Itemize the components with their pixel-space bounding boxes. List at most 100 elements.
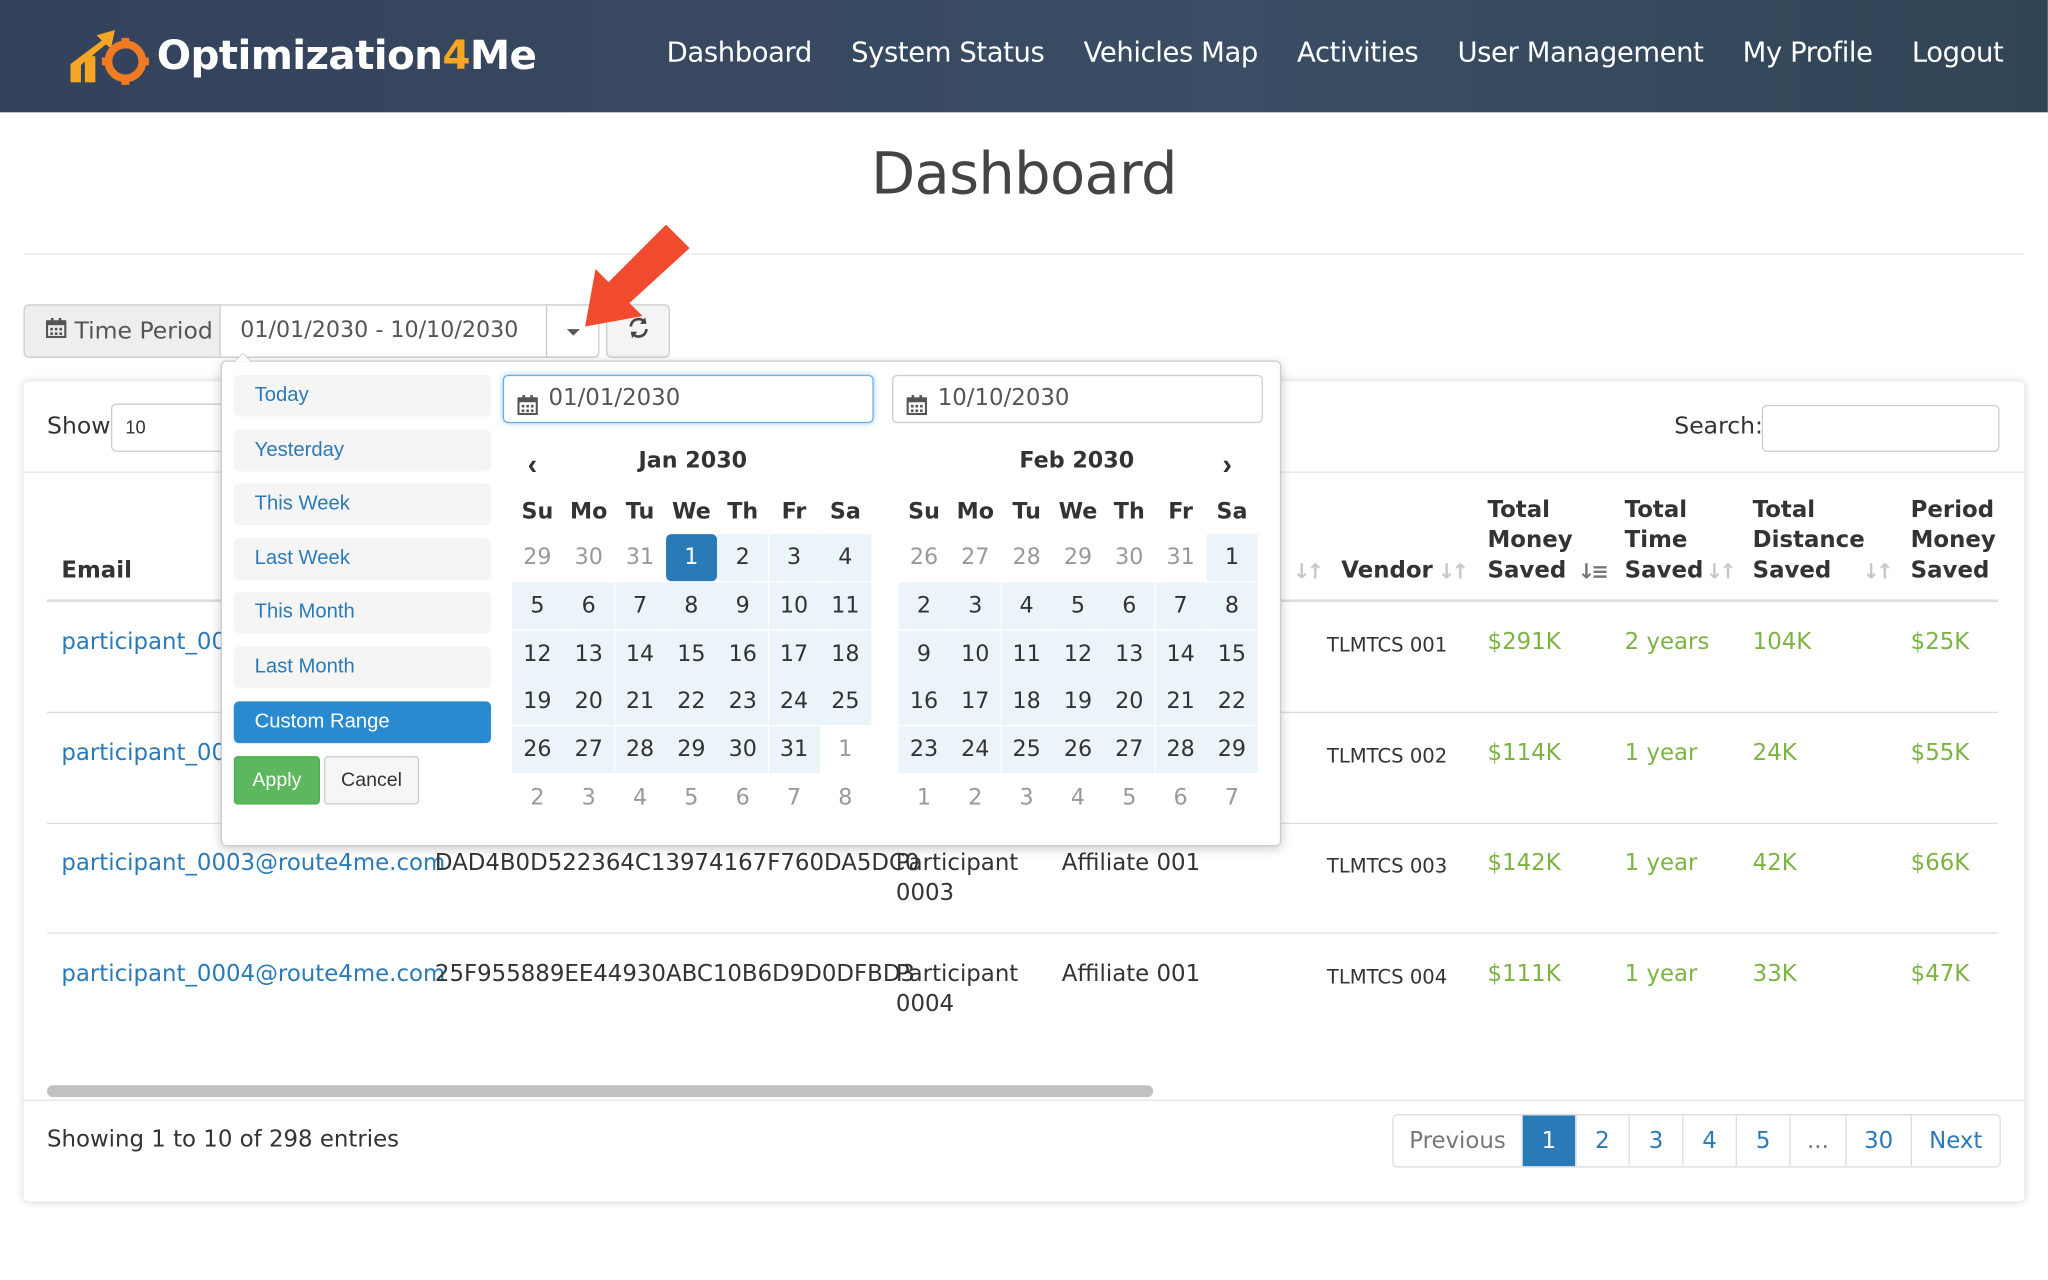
- calendar-day[interactable]: 1: [1206, 534, 1258, 582]
- calendar-day[interactable]: 9: [717, 582, 769, 630]
- nav-system-status[interactable]: System Status: [851, 37, 1045, 68]
- calendar-day[interactable]: 29: [1052, 534, 1103, 581]
- calendar-day[interactable]: 24: [768, 678, 820, 726]
- calendar-day[interactable]: 25: [1001, 726, 1053, 774]
- calendar-day[interactable]: 31: [768, 726, 820, 774]
- calendar-day[interactable]: 30: [717, 726, 769, 774]
- calendar-day[interactable]: 2: [950, 774, 1001, 821]
- calendar-day[interactable]: 27: [563, 726, 615, 774]
- pagination-page-4[interactable]: 4: [1683, 1115, 1737, 1167]
- range-custom[interactable]: Custom Range: [233, 701, 492, 744]
- nav-vehicles-map[interactable]: Vehicles Map: [1084, 37, 1259, 68]
- calendar-day[interactable]: 29: [665, 726, 717, 774]
- calendar-day[interactable]: 2: [512, 774, 563, 821]
- nav-dashboard[interactable]: Dashboard: [667, 37, 813, 68]
- time-period-input[interactable]: 01/01/2030 - 10/10/2030: [219, 304, 548, 358]
- calendar-day[interactable]: 10: [949, 630, 1001, 678]
- start-date-input[interactable]: 01/01/2030: [502, 374, 874, 424]
- calendar-day[interactable]: 15: [1206, 630, 1258, 678]
- calendar-day[interactable]: 21: [614, 678, 666, 726]
- calendar-day[interactable]: 12: [511, 630, 563, 678]
- calendar-day[interactable]: 17: [949, 678, 1001, 726]
- sort-icon[interactable]: ↓↑: [1293, 559, 1324, 584]
- sort-icon[interactable]: ↓↑: [1438, 559, 1469, 584]
- calendar-day[interactable]: 4: [1001, 582, 1053, 630]
- calendar-day[interactable]: 26: [899, 534, 950, 581]
- nav-my-profile[interactable]: My Profile: [1743, 37, 1873, 68]
- calendar-day[interactable]: 27: [950, 534, 1001, 581]
- calendar-day[interactable]: 8: [1206, 582, 1258, 630]
- row-email-link[interactable]: participant_0004@route4me.com: [61, 960, 445, 990]
- range-today[interactable]: Today: [233, 374, 492, 417]
- calendar-day[interactable]: 28: [1001, 534, 1052, 581]
- pagination-page-2[interactable]: 2: [1576, 1115, 1630, 1167]
- nav-logout[interactable]: Logout: [1912, 37, 2004, 68]
- calendar-day[interactable]: 3: [768, 534, 820, 582]
- calendar-day[interactable]: 16: [898, 678, 950, 726]
- sort-icon[interactable]: ↓↑: [1706, 559, 1737, 584]
- calendar-day[interactable]: 23: [717, 678, 769, 726]
- calendar-day[interactable]: 26: [1052, 726, 1104, 774]
- calendar-day[interactable]: 31: [1155, 534, 1206, 581]
- calendar-day[interactable]: 3: [1001, 774, 1052, 821]
- calendar-day[interactable]: 7: [1206, 774, 1257, 821]
- column-header-period-money-saved[interactable]: Period Money Saved: [1911, 496, 1996, 586]
- calendar-day[interactable]: 7: [614, 582, 666, 630]
- calendar-day[interactable]: 4: [819, 534, 871, 582]
- calendar-day[interactable]: 8: [665, 582, 717, 630]
- end-date-input[interactable]: 10/10/2030: [891, 374, 1263, 424]
- nav-activities[interactable]: Activities: [1297, 37, 1419, 68]
- calendar-day[interactable]: 31: [615, 534, 666, 581]
- calendar-day[interactable]: 28: [1155, 726, 1207, 774]
- search-input[interactable]: [1761, 404, 2000, 452]
- calendar-day[interactable]: 1: [820, 726, 871, 773]
- column-header-total-money-saved[interactable]: Total Money Saved: [1488, 496, 1573, 586]
- calendar-day[interactable]: 6: [717, 774, 768, 821]
- calendar-day[interactable]: 20: [1103, 678, 1155, 726]
- range-yesterday[interactable]: Yesterday: [233, 429, 492, 472]
- calendar-day[interactable]: 2: [898, 582, 950, 630]
- calendar-day[interactable]: 16: [717, 630, 769, 678]
- calendar-day[interactable]: 15: [665, 630, 717, 678]
- range-this-week[interactable]: This Week: [233, 483, 492, 526]
- pagination-page-30[interactable]: 30: [1847, 1115, 1912, 1167]
- next-month-chevron-icon[interactable]: ›: [1222, 448, 1232, 482]
- calendar-day[interactable]: 3: [563, 774, 614, 821]
- calendar-day[interactable]: 7: [1155, 582, 1207, 630]
- calendar-day[interactable]: 10: [768, 582, 820, 630]
- calendar-day[interactable]: 29: [1206, 726, 1258, 774]
- column-header-vendor[interactable]: Vendor: [1341, 556, 1433, 586]
- apply-button[interactable]: Apply: [233, 756, 320, 805]
- nav-user-management[interactable]: User Management: [1457, 37, 1703, 68]
- range-last-month[interactable]: Last Month: [233, 646, 492, 689]
- calendar-day[interactable]: 18: [819, 630, 871, 678]
- calendar-day[interactable]: 7: [769, 774, 820, 821]
- calendar-day[interactable]: 24: [949, 726, 1001, 774]
- calendar-day[interactable]: 14: [1155, 630, 1207, 678]
- range-last-week[interactable]: Last Week: [233, 538, 492, 580]
- cancel-button[interactable]: Cancel: [323, 756, 420, 805]
- calendar-day[interactable]: 11: [1001, 630, 1053, 678]
- pagination-page-1[interactable]: 1: [1522, 1115, 1577, 1167]
- calendar-day[interactable]: 6: [563, 582, 615, 630]
- calendar-day[interactable]: 12: [1052, 630, 1104, 678]
- entries-per-page-select[interactable]: 10: [111, 403, 229, 452]
- calendar-day[interactable]: 13: [563, 630, 615, 678]
- calendar-day[interactable]: 5: [666, 774, 717, 821]
- calendar-day[interactable]: 22: [665, 678, 717, 726]
- calendar-day[interactable]: 14: [614, 630, 666, 678]
- range-this-month[interactable]: This Month: [233, 591, 492, 634]
- column-header-email[interactable]: Email: [61, 556, 132, 586]
- calendar-day[interactable]: 26: [511, 726, 563, 774]
- pagination-page-3[interactable]: 3: [1630, 1115, 1684, 1167]
- calendar-day[interactable]: 1: [899, 774, 950, 821]
- calendar-day[interactable]: 19: [511, 678, 563, 726]
- calendar-day[interactable]: 19: [1052, 678, 1104, 726]
- calendar-day[interactable]: 27: [1103, 726, 1155, 774]
- brand-logo[interactable]: Optimization4Me: [68, 24, 537, 89]
- calendar-day[interactable]: 4: [1052, 774, 1103, 821]
- calendar-day[interactable]: 30: [563, 534, 614, 581]
- calendar-day[interactable]: 5: [1104, 774, 1155, 821]
- calendar-day[interactable]: 5: [511, 582, 563, 630]
- calendar-day[interactable]: 6: [1103, 582, 1155, 630]
